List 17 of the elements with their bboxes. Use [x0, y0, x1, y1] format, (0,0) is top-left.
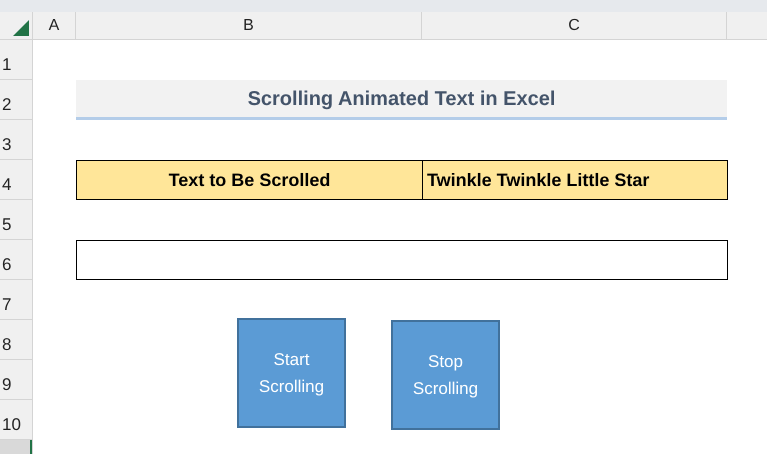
table-cell-text: Twinkle Twinkle Little Star	[426, 168, 650, 192]
row-header[interactable]: 1	[0, 40, 32, 80]
row-header[interactable]: 5	[0, 200, 32, 240]
select-all-icon[interactable]	[13, 20, 29, 36]
row-header[interactable]: 9	[0, 360, 32, 400]
column-header[interactable]: A	[33, 12, 76, 39]
table-cell: Text to Be Scrolled	[77, 161, 423, 199]
row-header[interactable]: 6	[0, 240, 32, 280]
sheet-title: Scrolling Animated Text in Excel	[248, 86, 556, 112]
row-header[interactable]: 8	[0, 320, 32, 360]
row-header[interactable]: 2	[0, 80, 32, 120]
column-header[interactable]: C	[422, 12, 727, 39]
row-header[interactable]	[0, 440, 32, 454]
row-header[interactable]: 3	[0, 120, 32, 160]
column-header[interactable]: B	[76, 12, 422, 39]
row-header[interactable]: 7	[0, 280, 32, 320]
row-header[interactable]: 4	[0, 160, 32, 200]
